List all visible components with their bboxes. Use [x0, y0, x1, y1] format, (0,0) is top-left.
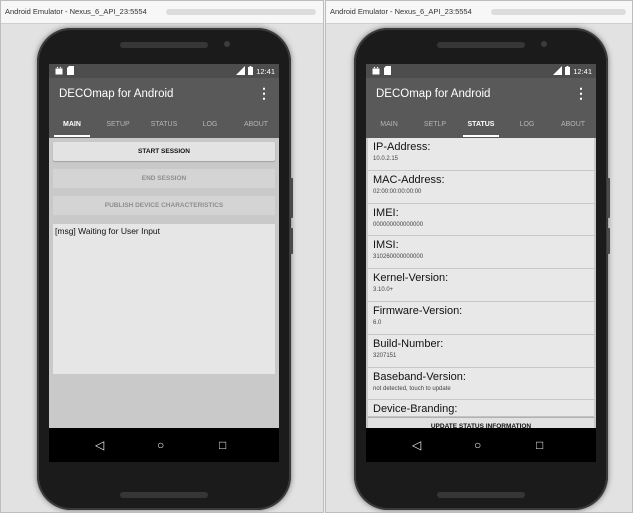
status-list[interactable]: IP-Address: 10.0.2.15 MAC-Address: 02:00…: [368, 138, 594, 416]
emulator-window-left: Android Emulator - Nexus_6_API_23:5554 1…: [0, 0, 324, 513]
status-value: 310260000000000: [373, 254, 424, 261]
volume-button[interactable]: [290, 178, 293, 218]
status-value: not detected, touch to update: [373, 385, 451, 392]
window-titlebar[interactable]: Android Emulator - Nexus_6_API_23:5554: [326, 1, 632, 24]
log-message: [msg] Waiting for User Input: [55, 226, 161, 236]
tab-log[interactable]: LOG: [187, 112, 233, 138]
back-icon[interactable]: ◁: [412, 437, 421, 453]
navigation-bar: ◁ ○ □: [49, 428, 279, 462]
tab-main[interactable]: MAIN: [366, 112, 412, 138]
tab-status[interactable]: STATUS: [458, 112, 504, 138]
status-bar: 12:41: [366, 64, 596, 78]
power-button[interactable]: [607, 228, 610, 254]
status-value: 3207151: [373, 352, 397, 359]
status-value: 02:00:00:00:00:00: [373, 188, 422, 195]
status-label: Build-Number:: [373, 337, 444, 350]
home-icon[interactable]: ○: [474, 437, 481, 453]
device-screen: 12:41 DECOmap for Android ⋮ MAIN SETUP S…: [49, 64, 279, 462]
front-camera: [224, 41, 230, 47]
status-value: 3.10.0+: [373, 287, 394, 294]
phone-frame: 12:41 DECOmap for Android ⋮ MAIN SETUP S…: [37, 28, 293, 510]
volume-button[interactable]: [607, 178, 610, 218]
overflow-menu-icon[interactable]: ⋮: [574, 86, 588, 100]
status-value: 10.0.2.15: [373, 156, 399, 162]
status-label: IP-Address:: [373, 141, 431, 153]
app-title: DECOmap for Android: [59, 88, 174, 100]
list-item[interactable]: IP-Address: 10.0.2.15: [368, 138, 594, 171]
main-content: START SESSION END SESSION PUBLISH DEVICE…: [49, 138, 279, 428]
tab-bar: MAIN SETUP STATUS LOG ABOUT: [49, 112, 279, 138]
sd-card-icon: [67, 66, 74, 77]
list-item[interactable]: IMSI: 310260000000000: [368, 236, 594, 270]
recents-icon[interactable]: □: [219, 437, 226, 453]
bottom-speaker: [120, 492, 208, 498]
status-label: Firmware-Version:: [373, 304, 463, 317]
end-session-button[interactable]: END SESSION: [53, 169, 275, 188]
tab-setup[interactable]: SETLP: [412, 112, 458, 138]
tab-main[interactable]: MAIN: [49, 112, 95, 138]
phone-frame: 12:41 DECOmap for Android ⋮ MAIN SETLP S…: [354, 28, 610, 510]
top-speaker: [437, 42, 525, 48]
tab-about[interactable]: ABOUT: [233, 112, 279, 138]
power-button[interactable]: [290, 228, 293, 254]
navigation-bar: ◁ ○ □: [366, 428, 596, 462]
status-label: Kernel-Version:: [373, 272, 449, 285]
home-icon[interactable]: ○: [157, 437, 164, 453]
list-item[interactable]: Baseband-Version: not detected, touch to…: [368, 368, 594, 401]
status-label: IMEI:: [373, 206, 399, 219]
tab-status[interactable]: STATUS: [141, 112, 187, 138]
tab-bar: MAIN SETLP STATUS LOG ABOUT: [366, 112, 596, 138]
list-item[interactable]: Firmware-Version: 6.0: [368, 302, 594, 335]
status-label: IMSI:: [373, 239, 399, 252]
app-title: DECOmap for Android: [376, 88, 491, 100]
clock: 12:41: [573, 67, 592, 76]
status-label: Baseband-Version:: [373, 370, 466, 383]
back-icon[interactable]: ◁: [95, 437, 104, 453]
blurred-titlebar-region: [166, 9, 316, 15]
bottom-speaker: [437, 492, 525, 498]
app-bar: DECOmap for Android ⋮: [49, 78, 279, 112]
tab-log[interactable]: LOG: [504, 112, 550, 138]
front-camera: [541, 41, 547, 47]
list-item[interactable]: Build-Number: 3207151: [368, 335, 594, 368]
android-debug-icon: [372, 66, 380, 77]
status-value: 000000000000000: [373, 221, 424, 228]
status-label: MAC-Address:: [373, 173, 445, 186]
sd-card-icon: [384, 66, 391, 77]
signal-icon: [553, 66, 563, 77]
list-item[interactable]: Device-Branding:: [368, 400, 594, 416]
start-session-button[interactable]: START SESSION: [53, 142, 275, 161]
publish-device-characteristics-button[interactable]: PUBLISH DEVICE CHARACTERISTICS: [53, 196, 275, 215]
window-title: Android Emulator - Nexus_6_API_23:5554: [330, 7, 472, 16]
window-titlebar[interactable]: Android Emulator - Nexus_6_API_23:5554: [1, 1, 323, 24]
overflow-menu-icon[interactable]: ⋮: [257, 86, 271, 100]
top-speaker: [120, 42, 208, 48]
battery-icon: [565, 66, 571, 77]
recents-icon[interactable]: □: [536, 437, 543, 453]
app-bar: DECOmap for Android ⋮: [366, 78, 596, 112]
log-output: [msg] Waiting for User Input: [53, 224, 275, 374]
status-label: Device-Branding:: [373, 403, 458, 416]
clock: 12:41: [256, 67, 275, 76]
status-value: 6.0: [373, 319, 382, 326]
status-bar: 12:41: [49, 64, 279, 78]
blurred-titlebar-region: [491, 9, 626, 15]
window-title: Android Emulator - Nexus_6_API_23:5554: [5, 7, 147, 16]
tab-setup[interactable]: SETUP: [95, 112, 141, 138]
emulator-window-right: Android Emulator - Nexus_6_API_23:5554 1…: [325, 0, 633, 513]
tab-about[interactable]: ABOUT: [550, 112, 596, 138]
battery-icon: [248, 66, 254, 77]
list-item[interactable]: Kernel-Version: 3.10.0+: [368, 269, 594, 302]
signal-icon: [236, 66, 246, 77]
android-debug-icon: [55, 66, 63, 77]
list-item[interactable]: MAC-Address: 02:00:00:00:00:00: [368, 171, 594, 204]
list-item[interactable]: IMEI: 000000000000000: [368, 204, 594, 237]
device-screen: 12:41 DECOmap for Android ⋮ MAIN SETLP S…: [366, 64, 596, 462]
